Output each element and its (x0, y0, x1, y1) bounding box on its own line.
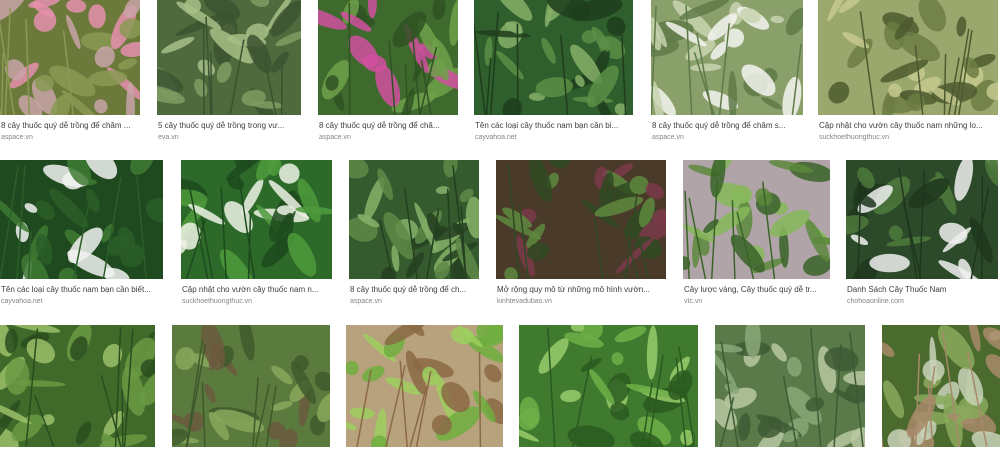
purple-leaf-plant-image[interactable] (496, 160, 666, 279)
result-caption[interactable]: 8 cây thuốc quý dễ trồng để chăm ... (1, 121, 139, 131)
result-source-domain: aspace.vn (350, 298, 382, 305)
white-flower-shrub-image[interactable] (181, 160, 332, 279)
result-caption[interactable]: Cây lược vàng, Cây thuốc quý dễ tr... (684, 285, 829, 295)
result-source-domain: suckhoethuongthuc.vn (182, 298, 253, 305)
crop-field-rows-image[interactable] (172, 325, 330, 447)
result-source-domain: cayvahoa.net (475, 134, 517, 141)
result-source-domain: vtc.vn (684, 298, 703, 305)
pink-flower-plant-image[interactable] (0, 0, 140, 115)
result-source-domain: aspace.vn (319, 134, 351, 141)
result-source-domain: kinhtevadubao.vn (497, 298, 552, 305)
fern-leaf-plant-image[interactable] (0, 325, 155, 447)
white-orchid-image[interactable] (651, 0, 803, 115)
result-caption[interactable]: 8 cây thuốc quý dễ trồng để chă... (319, 121, 457, 131)
result-source-domain: suckhoethuongthuc.vn (819, 134, 890, 141)
fruit-tree-branch-image[interactable] (818, 0, 998, 115)
result-source-domain: aspace.vn (1, 134, 33, 141)
result-caption[interactable]: Cập nhật cho vườn cây thuốc nam n... (182, 285, 331, 295)
result-source-domain: cayvahoa.net (1, 298, 43, 305)
rosette-plant-pink-flower-image[interactable] (318, 0, 458, 115)
result-caption[interactable]: Mở rộng quy mô từ những mô hình vườn... (497, 285, 665, 295)
result-source-domain: chohoaonline.com (847, 298, 904, 305)
result-source-domain: aspace.vn (652, 134, 684, 141)
result-caption[interactable]: Cập nhật cho vườn cây thuốc nam những lo… (819, 121, 997, 131)
big-leaf-plant-image[interactable] (349, 160, 479, 279)
result-caption[interactable]: Tên các loại cây thuốc nam bạn cần biết.… (1, 285, 162, 295)
farmer-field-image[interactable] (882, 325, 1000, 447)
potted-plant-image[interactable] (683, 160, 830, 279)
result-caption[interactable]: 8 cây thuốc quý dễ trồng để chăm s... (652, 121, 802, 131)
artichoke-plant-image[interactable] (715, 325, 865, 447)
round-leaf-plant-image[interactable] (474, 0, 633, 115)
result-source-domain: eva.vn (158, 134, 179, 141)
result-caption[interactable]: Tên các loại cây thuốc nam bạn cần bi... (475, 121, 632, 131)
mint-bowl-image[interactable] (346, 325, 503, 447)
white-daisy-plant-image[interactable] (0, 160, 163, 279)
mint-leaves-image[interactable] (519, 325, 698, 447)
aloe-plant-image[interactable] (157, 0, 301, 115)
result-caption[interactable]: Danh Sách Cây Thuốc Nam (847, 285, 997, 295)
result-caption[interactable]: 8 cây thuốc quý dễ trồng để ch... (350, 285, 478, 295)
grass-white-flower-image[interactable] (846, 160, 998, 279)
result-caption[interactable]: 5 cây thuốc quý dễ trồng trong vư... (158, 121, 300, 131)
